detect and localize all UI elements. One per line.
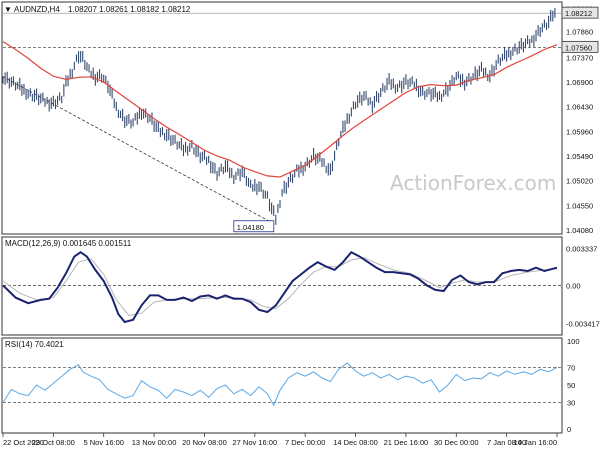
price-tick-label: 1.07860 bbox=[566, 28, 593, 37]
macd-tick-label: -0.003417 bbox=[566, 319, 600, 328]
rsi-tick-label: 30 bbox=[567, 399, 575, 408]
price-tick-label: 1.05490 bbox=[566, 152, 593, 161]
watermark: ActionForex.com bbox=[390, 171, 556, 195]
price-tick-label: 1.04080 bbox=[566, 226, 593, 235]
rsi-panel-frame bbox=[1, 337, 563, 434]
price-tick-label: 1.07370 bbox=[566, 53, 593, 62]
symbol-timeframe: AUDNZD,H4 bbox=[14, 5, 60, 14]
x-axis-tick-label: 29 Oct 08:00 bbox=[32, 438, 75, 447]
x-axis-tick-label: 5 Nov 16:00 bbox=[84, 438, 124, 447]
price-panel-frame bbox=[1, 1, 563, 235]
rsi-tick-label: 70 bbox=[567, 363, 575, 372]
rsi-tick-label: 100 bbox=[567, 337, 580, 346]
x-axis: 22 Oct 202029 Oct 08:00 5 Nov 16:00 13 Nov… bbox=[2, 433, 558, 447]
price-tick-label: 1.05960 bbox=[566, 127, 593, 136]
low-annotation-label: 1.04180 bbox=[237, 223, 264, 232]
rsi-tick-label: 50 bbox=[567, 381, 575, 390]
x-axis-tick-label: 21 Dec 16:00 bbox=[384, 438, 429, 447]
macd-tick-label: 0.00 bbox=[566, 281, 581, 290]
macd-panel-frame bbox=[1, 236, 563, 336]
x-axis-tick-label: 20 Nov 08:00 bbox=[182, 438, 227, 447]
x-axis-tick-label: 7 Dec 00:00 bbox=[285, 438, 325, 447]
x-axis-tick-label: 14 Jan 16:00 bbox=[514, 438, 557, 447]
price-tick-label: 1.06900 bbox=[566, 78, 593, 87]
macd-tick-label: 0.003337 bbox=[566, 244, 597, 253]
current-price-label: 1.08212 bbox=[565, 9, 592, 18]
x-axis-tick-label: 14 Dec 08:00 bbox=[333, 438, 378, 447]
dropdown-triangle-icon[interactable]: ▼ bbox=[4, 5, 12, 14]
rsi-tick-label: 0 bbox=[567, 425, 571, 434]
x-axis-tick-label: 30 Dec 00:00 bbox=[434, 438, 479, 447]
macd-title: MACD(12,26,9) 0.001645 0.001511 bbox=[5, 239, 132, 248]
price-tick-label: 1.04550 bbox=[566, 201, 593, 210]
rsi-title: RSI(14) 70.4021 bbox=[5, 340, 64, 349]
price-tick-label: 1.05020 bbox=[566, 177, 593, 186]
ohlc-readout: 1.08207 1.08261 1.08182 1.08212 bbox=[68, 5, 191, 14]
chart-canvas: ActionForex.com ▼ AUDNZD,H4 1.08207 1.08… bbox=[1, 1, 600, 447]
x-axis-tick-label: 27 Nov 16:00 bbox=[233, 438, 278, 447]
level-label: 1.07560 bbox=[565, 43, 592, 52]
x-axis-tick-label: 13 Nov 00:00 bbox=[132, 438, 177, 447]
price-tick-label: 1.06430 bbox=[566, 103, 593, 112]
